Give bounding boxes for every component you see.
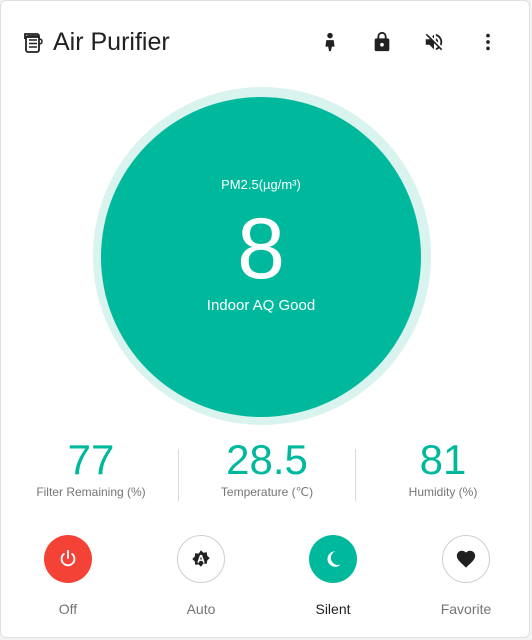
silent-mode-button[interactable]: Silent [288,535,378,617]
more-vert-icon [486,33,490,51]
more-options-button[interactable] [475,29,501,55]
pm25-value: 8 [237,201,285,297]
filter-remaining-stat: 77 Filter Remaining (%) [3,436,179,500]
moon-icon [327,551,341,567]
auto-mode-button[interactable]: Auto [156,535,246,617]
off-button-circle[interactable] [44,535,92,583]
page-title: Air Purifier [53,28,170,56]
lock-button[interactable] [369,29,395,55]
child-lock-icon [325,32,335,52]
pm25-dial: PM2.5(µg/m³) 8 Indoor AQ Good [101,97,421,417]
power-icon [60,549,76,567]
stats-row: 77 Filter Remaining (%) 28.5 Temperature… [1,437,531,507]
auto-label: Auto [186,601,216,617]
pm25-label: PM2.5(µg/m³) [221,177,301,192]
favorite-mode-circle[interactable] [442,535,490,583]
air-quality-status: Indoor AQ Good [206,297,316,314]
temperature-caption: Temperature (℃) [220,485,314,499]
auto-brightness-icon [192,550,210,567]
humidity-caption: Humidity (%) [408,485,478,499]
filter-remaining-caption: Filter Remaining (%) [36,485,146,499]
air-purifier-card: Air Purifier PM2.5(µg/m³) 8 Indoor AQ Go… [0,0,530,638]
favorite-label: Favorite [440,601,492,617]
humidity-value: 81 [419,436,467,483]
humidity-stat: 81 Humidity (%) [355,436,531,500]
lock-icon [374,31,390,52]
off-button[interactable]: Off [23,535,113,617]
temperature-value: 28.5 [226,436,308,483]
filter-remaining-value: 77 [67,436,115,483]
auto-mode-circle[interactable] [177,535,225,583]
volume-off-icon [425,33,443,51]
temperature-stat: 28.5 Temperature (℃) [179,436,355,500]
child-lock-button[interactable] [317,29,343,55]
silent-label: Silent [315,601,351,617]
mode-buttons: Off Auto Silent Favorite [1,535,531,625]
mute-button[interactable] [421,29,447,55]
silent-mode-circle[interactable] [309,535,357,583]
off-label: Off [58,601,78,617]
heart-icon [456,550,476,568]
air-filter-icon [24,33,43,53]
card-header: Air Purifier [1,1,529,85]
favorite-mode-button[interactable]: Favorite [421,535,511,617]
